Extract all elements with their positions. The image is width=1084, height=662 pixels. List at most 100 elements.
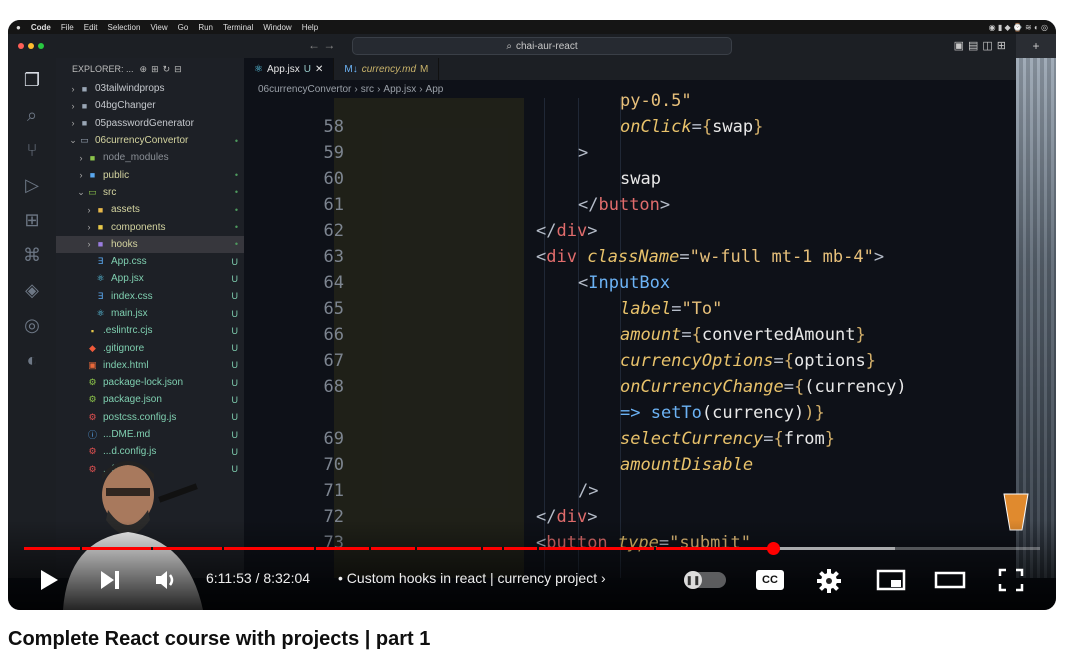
code-token: amountDisable — [620, 455, 754, 475]
code-token: swap — [620, 169, 661, 189]
video-player[interactable]: ● Code File Edit Selection View Go Run Terminal… — [8, 20, 1056, 610]
code-line: 68 onCurrencyChange={(currency) — [244, 374, 1016, 400]
code-token: from — [783, 429, 825, 449]
file-icon: ⚙ — [88, 394, 97, 405]
activity-bar: ❐ ⌕ ⑂ ▷ ⊞ ⌘ ◈ ◎ ◐ — [8, 58, 56, 578]
line-number: 60 — [323, 169, 344, 189]
code-token: < — [536, 247, 547, 267]
chapter-marker — [501, 547, 504, 550]
code-token: } — [865, 351, 876, 371]
chapter-button[interactable]: • Custom hooks in react | currency proje… — [338, 570, 606, 586]
layout-icons: ▣▤◫⊞ — [953, 40, 1010, 52]
line-number: 65 — [323, 299, 344, 319]
code-line: => setTo(currency))} — [244, 400, 1016, 426]
chevron-right-icon: › — [87, 239, 91, 250]
code-line: 70 amountDisable — [244, 452, 1016, 478]
theater-mode-button[interactable] — [934, 568, 966, 592]
code-text: selectCurrency={from} — [620, 429, 835, 449]
play-button[interactable] — [36, 568, 60, 592]
code-token: (currency) — [701, 403, 805, 423]
tree-item: ⚙ package-lock.json U — [56, 374, 244, 391]
volume-button[interactable] — [154, 568, 180, 592]
close-icon: ✕ — [315, 63, 324, 75]
folder-icon: ■ — [97, 204, 104, 215]
fullscreen-button[interactable] — [998, 568, 1024, 592]
code-text: onClick={swap} — [620, 117, 763, 137]
git-status-badge: • — [234, 222, 238, 233]
tree-item: › ■ 04bgChanger — [56, 97, 244, 114]
captions-button[interactable]: CC — [756, 570, 784, 590]
code-text: /> — [578, 481, 598, 501]
autoplay-toggle[interactable]: ❚❚ — [684, 571, 726, 589]
code-token: ( — [804, 377, 815, 397]
next-button[interactable] — [98, 568, 122, 592]
git-status-badge: U — [231, 308, 239, 319]
code-token: = — [783, 377, 795, 397]
code-token: label — [620, 299, 672, 319]
scrubber-handle[interactable] — [766, 542, 780, 555]
code-token: => — [620, 403, 651, 423]
line-number: 58 — [323, 117, 344, 137]
tree-item-label: .gitignore — [103, 342, 145, 354]
tree-item: ⌄ ▭ src • — [56, 184, 244, 201]
play-icon — [41, 570, 58, 590]
explorer-actions-icon: ⊕⊞↻⊟ — [139, 63, 186, 74]
folder-icon: ■ — [89, 152, 96, 163]
folder-icon: ▭ — [80, 135, 89, 146]
chapter-marker — [415, 547, 418, 550]
tree-item: › ■ assets • — [56, 201, 244, 218]
miniplayer-button[interactable] — [876, 568, 906, 592]
mac-menu-item: Help — [301, 22, 319, 32]
code-token: } — [824, 429, 835, 449]
apple-icon: ● — [16, 22, 21, 32]
settings-button[interactable] — [816, 568, 842, 594]
git-status-badge: U — [231, 273, 239, 284]
git-status-badge: U — [231, 256, 239, 267]
close-dot-icon — [18, 43, 24, 49]
code-token: = — [681, 325, 692, 345]
explorer-header: EXPLORER: ... ⊕⊞↻⊟ — [72, 63, 186, 75]
code-text: label="To" — [620, 299, 722, 319]
line-number: 71 — [323, 481, 344, 501]
time-display: 6:11:53 / 8:32:04 — [206, 570, 311, 586]
folder-icon: ■ — [81, 118, 88, 129]
files-icon: ❐ — [23, 70, 41, 90]
code-token: currencyOptions — [620, 351, 774, 371]
command-search: ⌕ chai-aur-react — [352, 37, 732, 55]
code-line: 58 onClick={swap} — [244, 114, 1016, 140]
editor-area: ⚛ App.jsx U ✕ M↓ currency.md M 06currencyConve… — [244, 58, 1016, 578]
code-line: 60 swap — [244, 166, 1016, 192]
mac-menu-bar: ● Code File Edit Selection View Go Run Terminal… — [8, 20, 1056, 34]
vscode-title-bar: ← → ⌕ chai-aur-react ▣▤◫⊞ — [8, 34, 1016, 58]
progress-bar[interactable] — [24, 542, 1040, 555]
tree-item-label: src — [103, 186, 117, 198]
code-token: currency — [814, 377, 897, 397]
tree-item-label: 05passwordGenerator — [95, 117, 194, 129]
mac-menu-item: File — [60, 22, 74, 32]
docker-icon: ◈ — [25, 280, 39, 300]
code-token: ) — [896, 377, 907, 397]
code-token: button — [598, 195, 660, 215]
file-icon: ⚙ — [88, 411, 97, 422]
code-token: InputBox — [588, 273, 671, 293]
git-status-badge: U — [231, 429, 239, 440]
tree-item: ⚙ postcss.config.js U — [56, 409, 244, 426]
chapter-marker — [222, 547, 225, 550]
tree-item: ⚛ App.jsx U — [56, 270, 244, 287]
volume-icon — [156, 571, 174, 589]
tree-item-label: components — [111, 221, 166, 233]
cc-icon: CC — [762, 574, 778, 586]
tree-item-label: package-lock.json — [103, 377, 184, 389]
git-status-badge: • — [234, 187, 238, 198]
fullscreen-icon — [998, 568, 1024, 592]
react-file-icon: ⚛ — [254, 63, 263, 75]
tree-item: ∃ index.css U — [56, 288, 244, 305]
git-status-badge: U — [231, 412, 239, 423]
code-token: } — [814, 403, 825, 423]
file-icon: ◆ — [89, 342, 96, 353]
code-token: = — [671, 299, 682, 319]
tab-label: currency.md — [361, 63, 417, 75]
code-token: > — [587, 221, 598, 241]
code-token: = — [691, 117, 702, 137]
file-icon: ∃ — [97, 256, 104, 267]
